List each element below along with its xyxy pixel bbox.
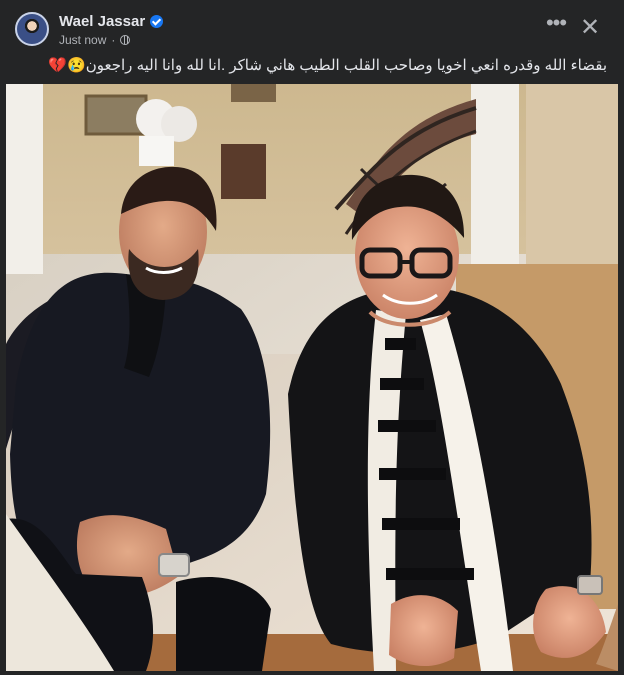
post-photo[interactable]	[6, 84, 618, 671]
author-avatar[interactable]	[15, 12, 49, 46]
more-options-button[interactable]: •••	[545, 12, 567, 35]
globe-icon	[120, 35, 131, 45]
post-meta: Just now ·	[59, 33, 131, 47]
post-timestamp[interactable]: Just now	[59, 33, 106, 47]
post-header: Wael Jassar Just now · ••• ✕	[0, 0, 624, 54]
facebook-post: Wael Jassar Just now · ••• ✕ بقضاء الله …	[0, 0, 624, 675]
author-name[interactable]: Wael Jassar	[59, 13, 145, 30]
author-row: Wael Jassar	[59, 13, 164, 30]
photo-scene	[6, 84, 618, 671]
post-caption: بقضاء الله وقدره انعي اخويا وصاحب القلب …	[48, 57, 607, 74]
close-button[interactable]: ✕	[578, 16, 602, 40]
verified-badge-icon	[150, 15, 164, 28]
dot-separator: ·	[111, 33, 116, 47]
